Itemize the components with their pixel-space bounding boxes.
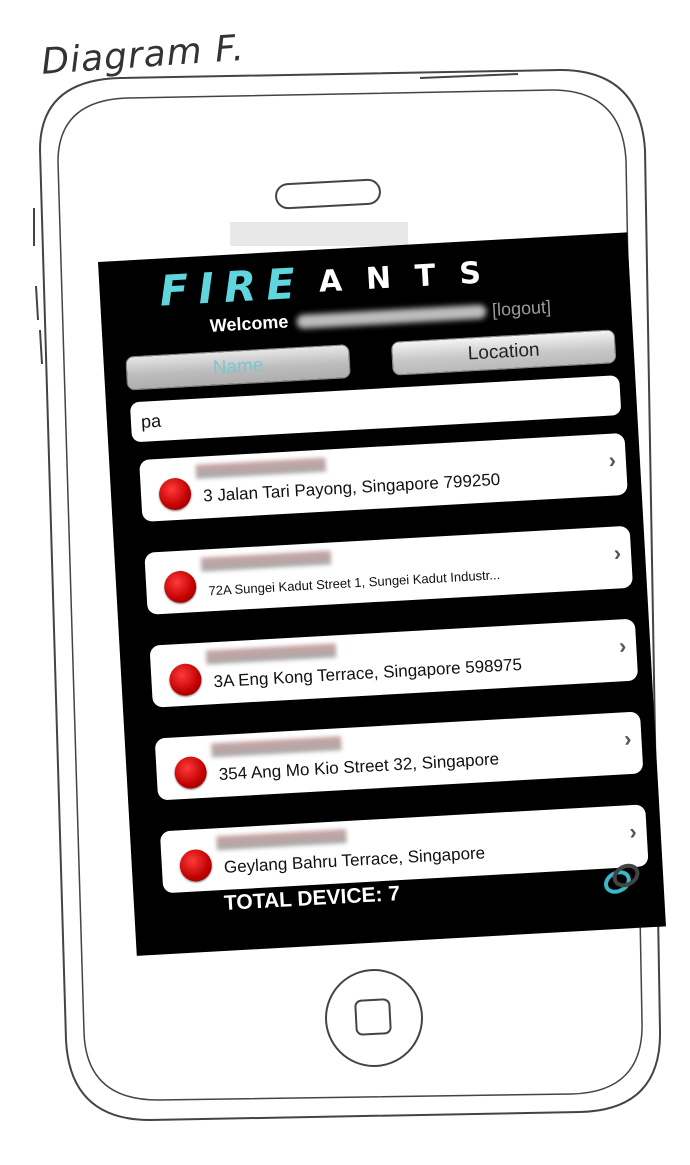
status-red-dot-icon [163,570,198,604]
chevron-right-icon: › [607,447,617,473]
chevron-right-icon: › [623,725,633,752]
status-red-dot-icon [178,848,213,883]
logo-ants-text: ANTS [317,254,506,300]
status-red-dot-icon [173,755,208,790]
device-list: 3 Jalan Tari Payong, Singapore 799250 › … [139,432,650,924]
app-screen: FIRE ANTS Welcome [logout] Name Location… [98,232,666,956]
chevron-right-icon: › [628,818,638,845]
device-row[interactable]: Geylang Bahru Terrace, Singapore › [159,804,649,894]
device-name-redacted [195,457,327,479]
user-email-redacted [295,303,487,329]
logout-link[interactable]: [logout] [491,297,551,321]
device-row[interactable]: 72A Sungei Kadut Street 1, Sungei Kadut … [144,525,634,615]
device-name-redacted [216,829,347,851]
status-red-dot-icon [158,477,192,511]
status-red-dot-icon [168,662,203,697]
device-name-redacted [200,550,332,572]
welcome-label: Welcome [209,311,289,336]
device-name-redacted [205,643,337,665]
chevron-right-icon: › [618,633,627,659]
device-name-redacted [211,736,342,758]
logo-fire-text: FIRE [158,258,307,316]
rings-logo-icon [604,863,640,894]
chevron-right-icon: › [613,540,622,566]
device-row[interactable]: 3A Eng Kong Terrace, Singapore 598975 › [149,618,639,708]
device-row[interactable]: 3 Jalan Tari Payong, Singapore 799250 › [139,432,628,522]
device-row[interactable]: 354 Ang Mo Kio Street 32, Singapore › [154,711,644,801]
